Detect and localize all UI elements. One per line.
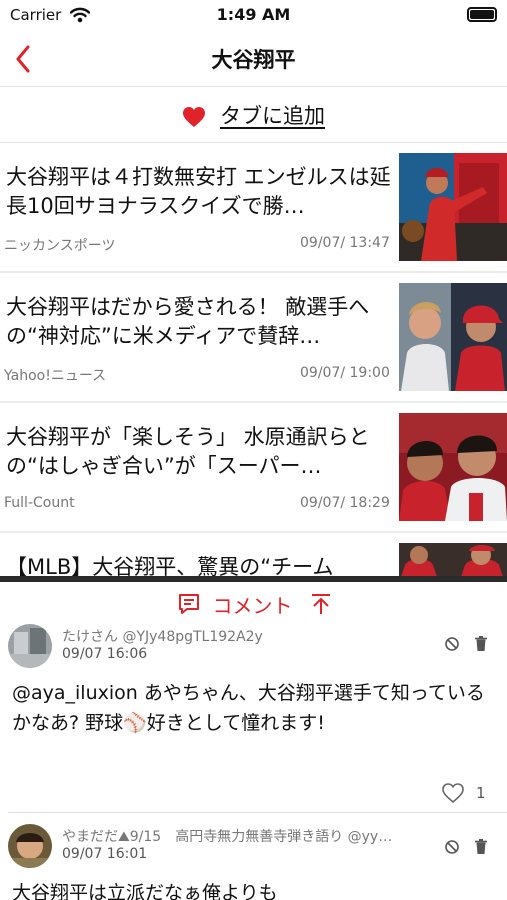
status-time: 1:49 AM: [216, 5, 291, 24]
add-to-tab-label: タブに追加: [220, 104, 325, 128]
comment-divider: [8, 812, 507, 813]
article-source: ニッカンスポーツ: [4, 238, 116, 254]
battery-icon: [467, 7, 497, 22]
comment-body: @aya_iluxion あやちゃん、大谷翔平選手て知っているかなあ? 野球⚾好…: [12, 682, 485, 734]
article-list: 大谷翔平は４打数無安打 エンゼルスは延長10回サヨナラスクイズで勝… ニッカンス…: [0, 143, 507, 580]
comment-body: 大谷翔平は立派だなぁ俺よりも: [12, 882, 278, 900]
article-title: 大谷翔平はだから愛される！ 敵選手への“神対応”に米メディアで賛辞…: [6, 295, 370, 348]
block-icon[interactable]: [444, 839, 460, 855]
comments-panel[interactable]: コメント たけさん @YJy48pgTL192A2y 09/07 16:06 @…: [0, 576, 507, 900]
page-title: 大谷翔平: [211, 48, 296, 72]
article-thumbnail: [399, 153, 507, 261]
trash-icon[interactable]: [473, 838, 489, 855]
article-time: 09/07/ 18:29: [300, 495, 390, 511]
article-thumbnail: [399, 283, 507, 391]
comment-date: 09/07 16:06: [62, 646, 148, 662]
article-source: Full-Count: [4, 495, 75, 511]
article-time: 09/07/ 13:47: [300, 235, 390, 251]
article-item[interactable]: 【MLB】大谷翔平、驚異の“チーム: [0, 533, 507, 580]
comment-username[interactable]: やまだだ⛰9/15 高円寺無力無善寺弾き語り @yy…: [62, 826, 447, 846]
comments-panel-header[interactable]: コメント: [0, 590, 507, 618]
article-title: 大谷翔平が「楽しそう」 水原通訳らとの“はしゃぎ合い”が「スーパー…: [6, 425, 370, 478]
article-time: 09/07/ 19:00: [300, 365, 390, 381]
like-count: 1: [476, 784, 486, 802]
article-item[interactable]: 大谷翔平は４打数無安打 エンゼルスは延長10回サヨナラスクイズで勝… ニッカンス…: [0, 143, 507, 273]
article-item[interactable]: 大谷翔平はだから愛される！ 敵選手への“神対応”に米メディアで賛辞… Yahoo…: [0, 273, 507, 403]
avatar: [8, 624, 52, 668]
comment-icon: [178, 594, 199, 614]
comments-label: コメント: [212, 593, 293, 618]
block-icon[interactable]: [444, 636, 460, 652]
article-item[interactable]: 大谷翔平が「楽しそう」 水原通訳らとの“はしゃぎ合い”が「スーパー… Full-…: [0, 403, 507, 533]
add-to-tab-button[interactable]: タブに追加: [0, 88, 507, 143]
status-bar: Carrier 1:49 AM: [0, 0, 507, 32]
trash-icon[interactable]: [473, 635, 489, 652]
expand-arrow-icon[interactable]: [311, 593, 331, 615]
comment-username[interactable]: たけさん @YJy48pgTL192A2y: [62, 626, 447, 646]
heart-icon: [183, 106, 205, 127]
article-source: Yahoo!ニュース: [4, 368, 107, 384]
nav-bar: 大谷翔平: [0, 32, 507, 87]
article-thumbnail: [399, 543, 507, 580]
article-title: 大谷翔平は４打数無安打 エンゼルスは延長10回サヨナラスクイズで勝…: [6, 165, 391, 218]
comment-date: 09/07 16:01: [62, 846, 148, 862]
like-heart-icon[interactable]: [441, 782, 465, 804]
avatar: [8, 824, 52, 868]
article-thumbnail: [399, 413, 507, 521]
